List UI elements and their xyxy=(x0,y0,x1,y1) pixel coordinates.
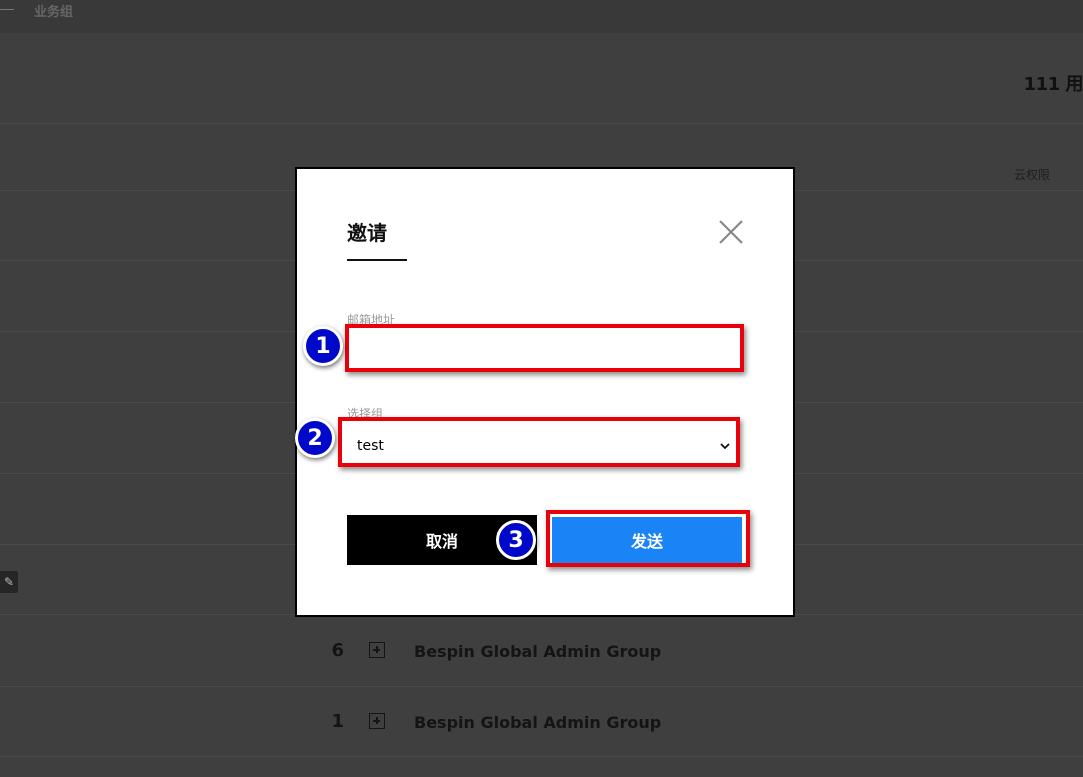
chevron-down-icon xyxy=(720,443,730,450)
group-name: Bespin Global Admin Group xyxy=(414,642,662,661)
divider xyxy=(0,123,1083,124)
breadcrumb-separator xyxy=(0,9,14,10)
group-name: Bespin Global Admin Group xyxy=(414,713,662,732)
expand-plus-icon[interactable] xyxy=(369,642,385,658)
divider xyxy=(0,756,1083,757)
member-count: 1 xyxy=(331,711,344,732)
email-field[interactable] xyxy=(349,329,741,371)
group-label: 选择组 xyxy=(347,407,384,421)
user-count: 111 用 xyxy=(1023,74,1083,95)
step-badge-3: 3 xyxy=(496,520,536,560)
close-icon[interactable] xyxy=(717,218,745,246)
step-badge-1: 1 xyxy=(303,326,343,366)
email-label: 邮箱地址 xyxy=(347,313,396,327)
step-badge-2: 2 xyxy=(295,418,335,458)
group-select-value: test xyxy=(357,438,384,454)
invite-dialog: 邀请 邮箱地址 选择组 test 取消 发送 xyxy=(295,167,795,617)
title-underline xyxy=(347,259,407,261)
expand-plus-icon[interactable] xyxy=(369,713,385,729)
pencil-icon[interactable]: ✎ xyxy=(0,571,18,593)
member-count: 6 xyxy=(331,640,344,661)
group-select[interactable]: test xyxy=(343,425,737,467)
breadcrumb[interactable]: 业务组 xyxy=(34,1,73,20)
top-breadcrumb-bar xyxy=(0,0,1083,33)
dialog-title: 邀请 xyxy=(347,221,387,245)
table-row: 1 Bespin Global Admin Group xyxy=(0,703,1083,743)
table-row: 6 Bespin Global Admin Group xyxy=(0,632,1083,672)
send-button[interactable]: 发送 xyxy=(552,517,742,563)
divider xyxy=(0,686,1083,687)
column-header-cloud-permission: 云权限 xyxy=(1014,168,1051,182)
